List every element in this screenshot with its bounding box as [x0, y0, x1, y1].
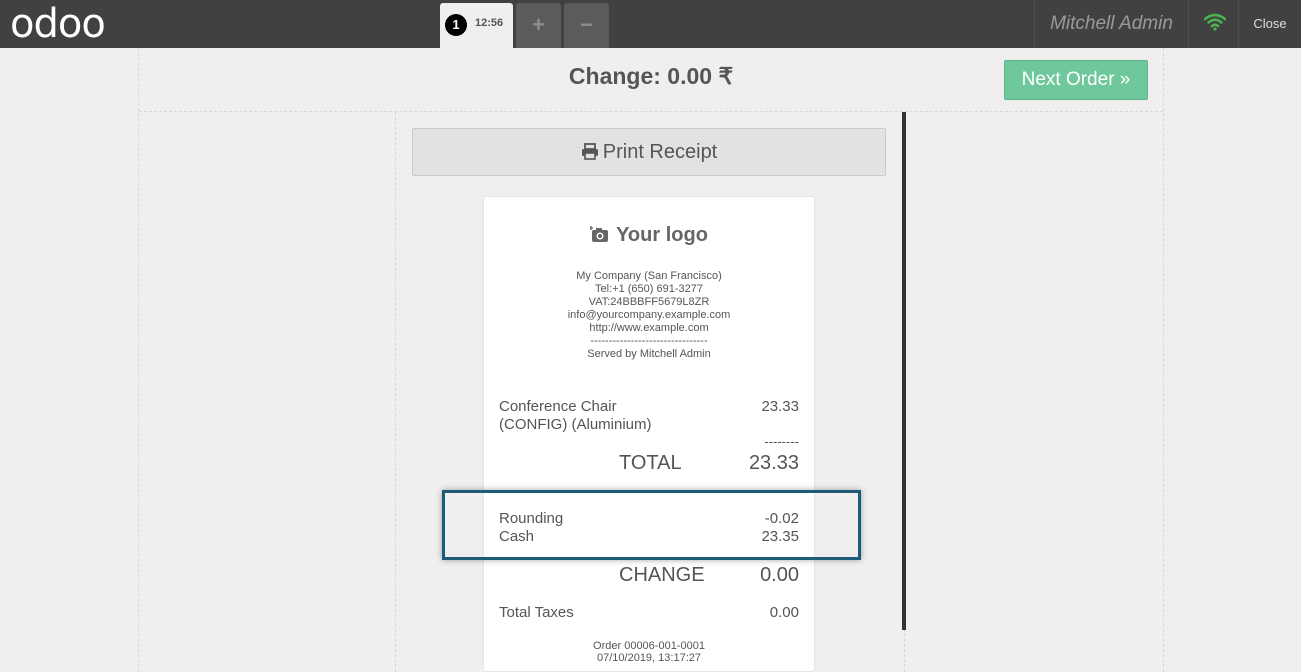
highlight-box: [442, 490, 861, 560]
add-order-button[interactable]: +: [516, 3, 561, 48]
total-label: TOTAL: [619, 452, 682, 474]
product-name: Conference Chair: [499, 398, 617, 415]
logo-text: Your logo: [616, 224, 708, 246]
taxes-value: 0.00: [769, 604, 799, 621]
print-receipt-button[interactable]: Print Receipt: [412, 128, 886, 176]
receipt-footer: Order 00006-001-0001 07/10/2019, 13:17:2…: [484, 640, 814, 664]
connection-status[interactable]: [1188, 0, 1239, 48]
company-vat: VAT:24BBBFF5679L8ZR: [588, 296, 710, 308]
company-email: info@yourcompany.example.com: [567, 309, 731, 321]
order-line: Conference Chair (CONFIG) (Aluminium) 23…: [499, 398, 799, 434]
product-variant: (CONFIG) (Aluminium): [499, 416, 652, 433]
served-by: Served by Mitchell Admin: [587, 348, 711, 360]
print-icon: [581, 143, 598, 160]
change-value: 0.00: [760, 564, 799, 586]
total-value: 23.33: [748, 452, 799, 474]
company-name: My Company (San Francisco): [576, 270, 722, 282]
odoo-logo: odoo: [10, 1, 106, 47]
order-reference: Order 00006-001-0001: [593, 640, 705, 652]
product-price: 23.33: [761, 398, 799, 415]
taxes-row: Total Taxes 0.00: [499, 604, 799, 621]
user-name[interactable]: Mitchell Admin: [1034, 0, 1188, 48]
close-button[interactable]: Close: [1239, 0, 1301, 48]
remove-order-button[interactable]: −: [564, 3, 609, 48]
wifi-icon: [1204, 13, 1226, 31]
order-time: 12:56: [475, 17, 504, 29]
company-phone: Tel:+1 (650) 691-3277: [595, 283, 703, 295]
company-separator: --------------------------------: [590, 335, 708, 347]
company-website: http://www.example.com: [589, 322, 709, 334]
divider: [395, 112, 396, 672]
order-number-badge: 1: [445, 14, 467, 36]
taxes-label: Total Taxes: [499, 604, 574, 621]
receipt-logo: Your logo: [584, 217, 714, 253]
screen-header: Change: 0.00 ₹ Next Order »: [139, 48, 1163, 112]
top-bar: odoo 1 12:56 + − Mitchell Admin Close: [0, 0, 1301, 48]
order-tab-1[interactable]: 1 12:56: [440, 3, 513, 48]
order-date: 07/10/2019, 13:17:27: [597, 652, 701, 664]
print-receipt-label: Print Receipt: [602, 141, 718, 163]
camera-icon: [589, 226, 609, 242]
receipt: Your logo My Company (San Francisco) Tel…: [483, 196, 815, 672]
total-separator: --------: [764, 434, 799, 449]
next-order-button[interactable]: Next Order »: [1004, 60, 1148, 100]
company-info: My Company (San Francisco) Tel:+1 (650) …: [484, 270, 814, 361]
change-label: CHANGE: [619, 564, 705, 586]
scrollbar[interactable]: [902, 112, 906, 630]
